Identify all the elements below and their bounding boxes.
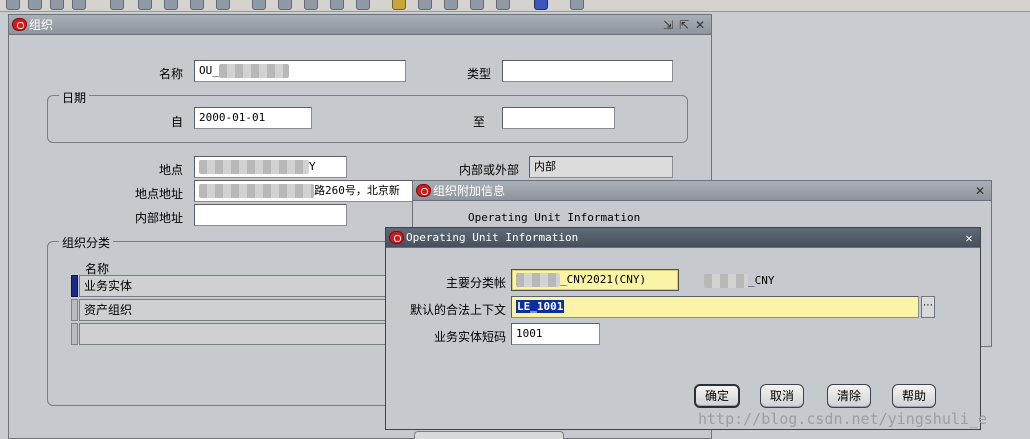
dialog-title: Operating Unit Information [406,231,579,244]
find-icon[interactable] [110,0,124,10]
redacted-text [199,184,314,198]
classification-row[interactable]: 业务实体 [79,275,399,297]
tools-icon[interactable] [496,0,510,10]
name-field[interactable]: OU_ [194,60,406,82]
clear-button[interactable]: 清除 [827,384,871,408]
location-address-label: 地点地址 [134,187,183,201]
operating-unit-dialog: Operating Unit Information ✕ 主要分类帐 _CNY2… [385,227,981,430]
close-icon[interactable]: ✕ [693,15,707,35]
help-icon[interactable] [570,0,584,10]
close-icon[interactable]: ✕ [962,228,976,248]
redacted-text [218,64,289,78]
context-text: Operating Unit Information [468,211,641,224]
name-label: 名称 [158,67,183,81]
oracle-logo-icon [389,231,404,244]
oracle-logo-icon [416,184,431,197]
primary-ledger-currency: _CNY [704,274,775,288]
internal-address-label: 内部地址 [134,211,183,225]
classification-group-label: 组织分类 [59,234,114,251]
redacted-text [516,273,560,287]
from-label: 自 [170,115,183,129]
paste-icon[interactable] [304,0,318,10]
cancel-button[interactable]: 取消 [760,384,804,408]
row-selector-1[interactable] [71,275,78,297]
help-button[interactable]: 帮助 [892,384,936,408]
edit-icon[interactable] [330,0,344,10]
list-of-values-button[interactable]: ⋯ [921,296,935,318]
type-label: 类型 [466,67,491,81]
redacted-text [199,160,309,174]
to-date-field[interactable] [502,107,615,129]
zoom-icon[interactable] [216,0,230,10]
ok-button[interactable]: 确定 [694,384,740,408]
primary-ledger-field[interactable]: _CNY2021(CNY) [511,269,679,291]
ou-short-code-label: 业务实体短码 [433,330,506,344]
watermark-text: http://blog.csdn.net/yingshuli_e [698,410,987,428]
to-label: 至 [472,115,485,129]
navigator-icon[interactable] [190,0,204,10]
row-selector-2[interactable] [71,299,78,321]
classification-row[interactable] [79,323,399,345]
default-legal-context-field[interactable]: LE_1001 [511,296,919,318]
attachment-icon[interactable] [392,0,406,10]
window-icon[interactable] [534,0,548,10]
window-title: 组织附加信息 [433,184,506,198]
location-field[interactable]: Y [194,156,347,178]
location-label: 地点 [158,163,183,177]
location-address-field[interactable]: 路260号，北京新 [194,180,416,202]
date-group-label: 日期 [59,89,90,106]
minimize-icon[interactable]: ⇲ [661,15,675,35]
internal-external-label: 内部或外部 [458,163,519,177]
operating-unit-dialog-titlebar[interactable]: Operating Unit Information ✕ [386,228,980,248]
organization-window-titlebar[interactable]: 组织 ⇲ ⇱ ✕ [9,15,711,35]
default-legal-context-label: 默认的合法上下文 [409,303,506,317]
ou-short-code-field[interactable]: 1001 [511,323,600,345]
toolbar [0,0,1030,12]
internal-external-field[interactable]: 内部 [529,156,673,178]
save-icon[interactable] [50,0,64,10]
close-icon[interactable]: ✕ [973,181,987,201]
primary-ledger-label: 主要分类帐 [445,276,506,290]
type-field[interactable] [502,60,673,82]
print-icon[interactable] [72,0,86,10]
background-window-edge [414,431,564,439]
copy-icon[interactable] [278,0,292,10]
redacted-text [704,274,748,288]
stop-icon[interactable] [164,0,178,10]
delete-record-icon[interactable] [356,0,370,10]
translation-icon[interactable] [444,0,458,10]
gear-icon[interactable] [138,0,152,10]
link-icon[interactable] [470,0,484,10]
maximize-icon[interactable]: ⇱ [677,15,691,35]
folder-icon[interactable] [418,0,432,10]
internal-address-field[interactable] [194,204,347,226]
from-date-field[interactable]: 2000-01-01 [194,107,312,129]
row-selector-3[interactable] [71,323,78,345]
org-additional-info-titlebar[interactable]: 组织附加信息 ✕ [413,181,991,201]
classification-row[interactable]: 资产组织 [79,299,399,321]
window-title: 组织 [29,18,54,32]
new-icon[interactable] [6,0,20,10]
cut-icon[interactable] [252,0,266,10]
oracle-logo-icon [12,18,27,31]
open-icon[interactable] [28,0,42,10]
